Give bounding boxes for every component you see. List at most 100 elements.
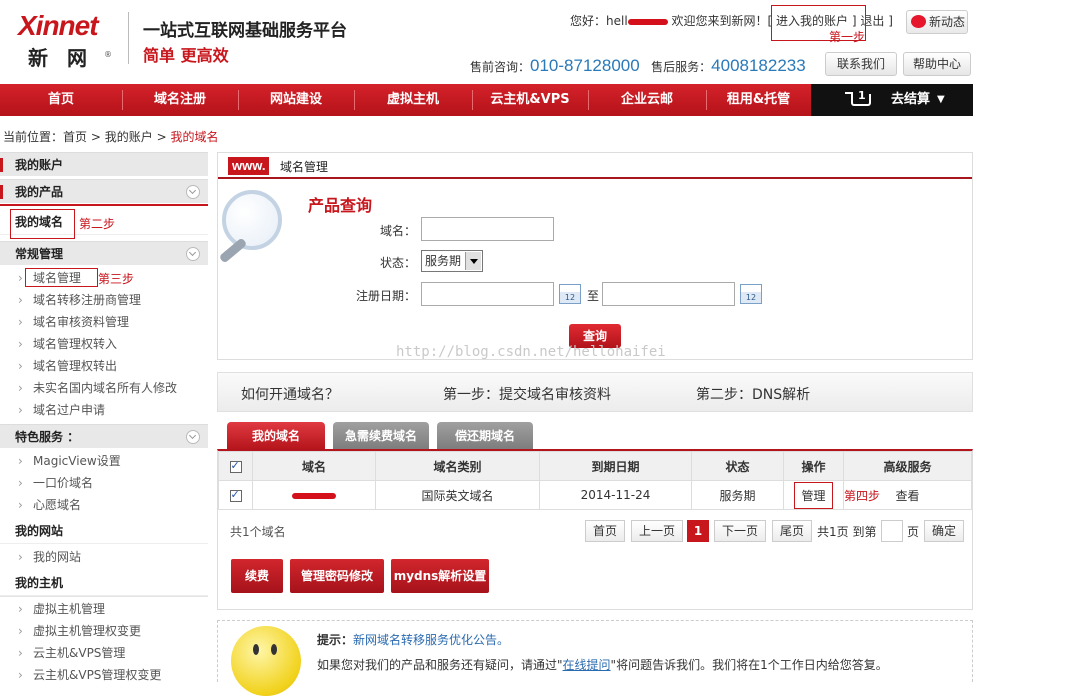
sidebar-item-rights-in[interactable]: 域名管理权转入 <box>18 334 117 354</box>
date-to-label: 至 <box>587 289 600 303</box>
breadcrumb-home[interactable]: 首页 <box>63 130 87 144</box>
row-status: 服务期 <box>691 480 784 510</box>
collapse-icon[interactable] <box>186 185 200 199</box>
sidebar: 我的账户 我的产品 我的域名 第二步 常规管理 域名管理 第三步 域名转移注册商… <box>0 152 208 685</box>
domain-input[interactable] <box>421 217 554 241</box>
sidebar-label: 我的账户 <box>15 158 64 172</box>
tab-redemption[interactable]: 偿还期域名 <box>437 422 533 450</box>
reg-date-start-input[interactable] <box>421 282 554 306</box>
nav-rental-hosting[interactable]: 租用&托管 <box>706 84 811 116</box>
change-password-button[interactable]: 管理密码修改 <box>290 559 384 593</box>
sidebar-item-vhost-rights[interactable]: 虚拟主机管理权变更 <box>18 621 141 641</box>
cart-checkout-button[interactable]: 1 去结算 ▼ <box>811 84 973 116</box>
calendar-icon[interactable]: 12 <box>559 284 581 304</box>
tip-label: 提示： <box>317 633 354 647</box>
sidebar-my-host[interactable]: 我的主机 <box>0 570 208 596</box>
logo-wordmark[interactable]: Xinnet <box>18 10 99 42</box>
sidebar-item-vps-rights[interactable]: 云主机&VPS管理权变更 <box>18 665 161 685</box>
sidebar-label: 常规管理 <box>15 247 64 261</box>
sidebar-item-wishlist[interactable]: 心愿域名 <box>18 495 81 515</box>
help-center-button[interactable]: 帮助中心 <box>903 52 971 76</box>
sidebar-my-website[interactable]: 我的网站 <box>0 518 208 544</box>
sidebar-item-ownership-transfer[interactable]: 域名过户申请 <box>18 400 105 420</box>
slogan-sub: 简单 更高效 <box>143 46 229 65</box>
smiley-icon <box>231 626 301 696</box>
contact-us-button[interactable]: 联系我们 <box>825 52 897 76</box>
page-next-button[interactable]: 下一页 <box>714 520 766 542</box>
query-panel-title: 域名管理 <box>280 160 329 174</box>
status-select[interactable]: 服务期 <box>421 250 483 272</box>
product-query-title: 产品查询 <box>308 196 373 215</box>
select-all-cell <box>218 451 253 481</box>
cart-label: 去结算 <box>891 92 931 107</box>
aftersale-label: 售后服务： <box>651 60 712 74</box>
col-status: 状态 <box>691 451 784 481</box>
mydns-settings-button[interactable]: mydns解析设置 <box>391 559 489 593</box>
row-checkbox[interactable] <box>229 488 242 502</box>
sidebar-general-mgmt[interactable]: 常规管理 <box>0 241 208 265</box>
renew-button[interactable]: 续费 <box>231 559 283 593</box>
tab-my-domains[interactable]: 我的域名 <box>227 422 325 450</box>
manage-link[interactable]: 管理 <box>794 481 833 509</box>
page-current[interactable]: 1 <box>687 520 709 542</box>
aftersale-phone: 4008182233 <box>711 56 806 75</box>
chevron-down-icon <box>465 252 481 270</box>
sidebar-special-services[interactable]: 特色服务 ： <box>0 424 208 448</box>
select-all-checkbox[interactable] <box>229 459 242 473</box>
sidebar-item-owner-modify[interactable]: 未实名国内域名所有人修改 <box>18 378 177 398</box>
notice-link[interactable]: 新网域名转移服务优化公告。 <box>353 633 509 647</box>
chevron-down-icon: ▼ <box>937 94 945 105</box>
howto-question: 如何开通域名？ <box>241 387 339 403</box>
sidebar-item-audit-info[interactable]: 域名审核资料管理 <box>18 312 129 332</box>
page-confirm-button[interactable]: 确定 <box>924 520 964 542</box>
nav-enterprise-mail[interactable]: 企业云邮 <box>588 84 706 116</box>
breadcrumb-account[interactable]: 我的账户 <box>105 130 153 144</box>
breadcrumb-prefix: 当前位置： <box>3 130 64 144</box>
page-jump-input[interactable] <box>881 520 903 542</box>
page-prev-button[interactable]: 上一页 <box>631 520 683 542</box>
breadcrumb-arrow: > <box>90 130 101 144</box>
nav-website-build[interactable]: 网站建设 <box>238 84 354 116</box>
sidebar-item-magicview[interactable]: MagicView设置 <box>18 451 121 471</box>
page-last-button[interactable]: 尾页 <box>772 520 812 542</box>
sidebar-item-website[interactable]: 我的网站 <box>18 547 81 567</box>
sidebar-divider <box>0 204 208 206</box>
greeting-suffix: 欢迎您来到新网！[ <box>671 14 773 28</box>
row-domain[interactable] <box>252 480 376 510</box>
page-first-button[interactable]: 首页 <box>585 520 625 542</box>
status-label: 状态： <box>379 256 416 270</box>
greeting-prefix: 您好：hell <box>570 14 628 28</box>
sidebar-item-registrar-transfer[interactable]: 域名转移注册商管理 <box>18 290 141 310</box>
nav-virtual-host[interactable]: 虚拟主机 <box>354 84 472 116</box>
collapse-icon[interactable] <box>186 430 200 444</box>
sidebar-item-vhost-mgmt[interactable]: 虚拟主机管理 <box>18 599 105 619</box>
service-phones: 售前咨询：010-87128000 售后服务：4008182233 <box>470 56 806 76</box>
sidebar-my-products[interactable]: 我的产品 <box>0 179 208 203</box>
tab-urgent-renew[interactable]: 急需续费域名 <box>333 422 429 450</box>
nav-home[interactable]: 首页 <box>0 84 122 116</box>
sidebar-item-fixed-price[interactable]: 一口价域名 <box>18 473 93 493</box>
online-question-link[interactable]: 在线提问 <box>563 658 611 672</box>
nav-domain-register[interactable]: 域名注册 <box>122 84 238 116</box>
weibo-button[interactable]: 新动态 <box>906 10 968 34</box>
sidebar-item-vps-mgmt[interactable]: 云主机&VPS管理 <box>18 643 125 663</box>
sidebar-item-rights-out[interactable]: 域名管理权转出 <box>18 356 117 376</box>
collapse-icon[interactable] <box>186 247 200 261</box>
table-header-row: 域名 域名类别 到期日期 状态 操作 高级服务 <box>218 451 972 481</box>
reg-date-end-input[interactable] <box>602 282 735 306</box>
breadcrumb-current: 我的域名 <box>170 130 219 144</box>
step4-note: 第四步 <box>844 489 881 503</box>
nav-cloud-vps[interactable]: 云主机&VPS <box>472 84 588 116</box>
sidebar-divider <box>0 596 208 597</box>
sidebar-label: 特色服务 ： <box>15 430 80 444</box>
domain-label: 域名： <box>379 224 416 238</box>
weibo-icon <box>911 15 926 28</box>
calendar-icon[interactable]: 12 <box>740 284 762 304</box>
cart-count: 1 <box>858 89 866 102</box>
row-expiry: 2014-11-24 <box>539 480 692 510</box>
step3-highlight-box <box>25 268 98 287</box>
magnifier-icon <box>222 190 282 250</box>
howto-bar: 如何开通域名？ 第一步：提交域名审核资料 第二步：DNS解析 <box>217 372 973 412</box>
step2-note: 第二步 <box>79 217 116 231</box>
sidebar-my-account[interactable]: 我的账户 <box>0 152 208 176</box>
